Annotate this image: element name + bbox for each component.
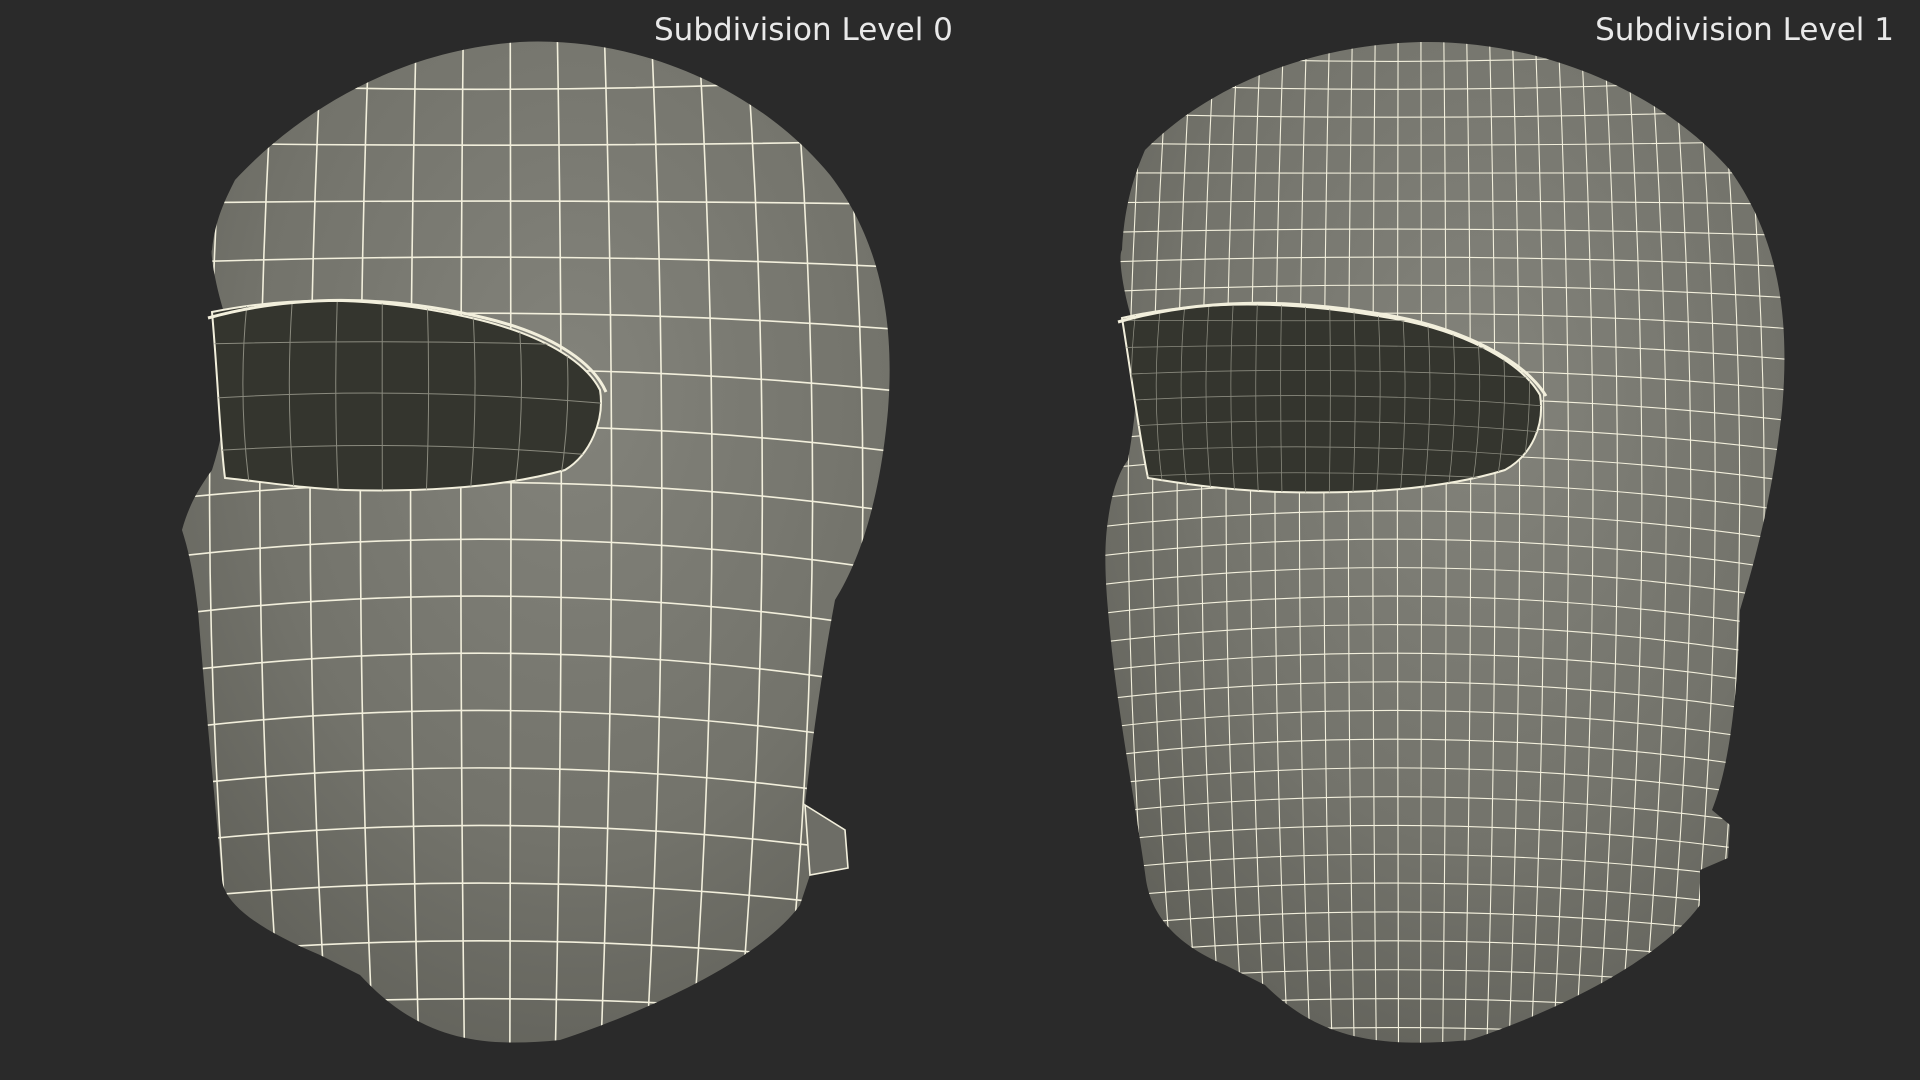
render-canvas — [182, 41, 1785, 1043]
viewport: Subdivision Level 0 Subdivision Level 1 — [0, 0, 1920, 1080]
subdivision-level-0-label: Subdivision Level 0 — [654, 12, 953, 48]
mask-model-level-0 — [182, 41, 890, 1043]
mask-model-level-1 — [1105, 41, 1785, 1043]
subdivision-level-1-label: Subdivision Level 1 — [1595, 12, 1894, 48]
